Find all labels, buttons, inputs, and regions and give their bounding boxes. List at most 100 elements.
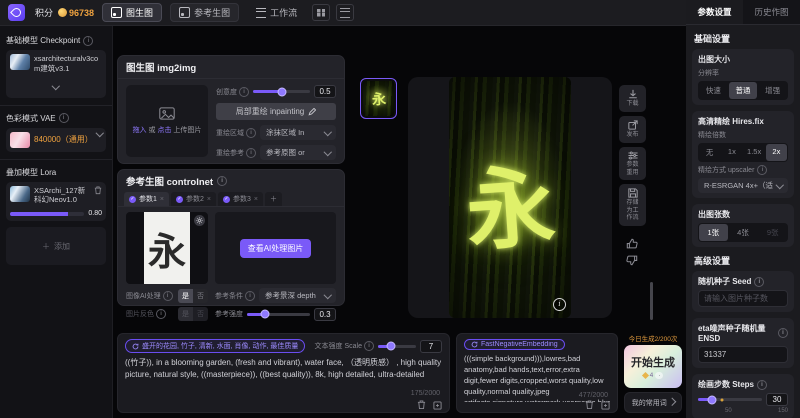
lora-weight-track[interactable] <box>10 212 84 216</box>
common-words-button[interactable]: 我的常用词 <box>624 392 682 413</box>
lora-card[interactable]: XSArchi_127新科幻Neov1.0 0.80 <box>6 182 106 222</box>
upscaler-select[interactable]: R-ESRGAN 4x+（适合多种风 <box>698 178 788 193</box>
redraw-area-select[interactable]: 涂抹区域 In <box>260 125 336 140</box>
reference-glyph: 永 <box>148 221 186 276</box>
thumbs-down-icon[interactable] <box>626 254 638 266</box>
count-9[interactable]: 9张 <box>758 224 787 241</box>
ensd-input[interactable] <box>698 346 788 363</box>
positive-prompt-input[interactable]: ((竹子)), in a blooming garden, (fresh and… <box>125 357 442 399</box>
plus-icon: ＋ <box>42 241 50 252</box>
count-4[interactable]: 4张 <box>729 224 758 241</box>
steps-label: 绘画步数 Steps <box>698 379 754 390</box>
vae-thumbnail <box>10 132 30 148</box>
hires-scale-label: 精绘倍数 <box>698 130 788 140</box>
thumbs-up-icon[interactable] <box>626 238 638 250</box>
list-view-button[interactable] <box>336 4 354 21</box>
close-icon[interactable]: × <box>207 196 211 203</box>
translate-tags-pill[interactable]: 盛开的花园, 竹子, 清新, 水面, 肖像, 动作, 最佳质量 <box>125 339 305 353</box>
denoise-value[interactable]: 0.5 <box>314 85 336 98</box>
text-scale-value[interactable]: 7 <box>420 340 442 353</box>
lora-thumbnail <box>10 186 30 202</box>
image-upload-dropzone[interactable]: 拖入 或 点击 上传图片 <box>126 85 208 157</box>
delete-lora-icon[interactable] <box>94 186 102 195</box>
ensd-card: eta噪声种子随机量 ENSD i <box>692 318 794 368</box>
download-icon <box>628 89 638 99</box>
reuse-params-button[interactable]: 参数重用 <box>619 147 646 180</box>
save-prompt-icon[interactable] <box>433 401 442 410</box>
positive-char-count: 175/2000 <box>411 390 440 397</box>
checkpoint-card[interactable]: xsarchitecturalv3com建筑v3.1 <box>6 50 106 98</box>
checkpoint-expand[interactable] <box>10 76 102 94</box>
generate-button[interactable]: 开始生成 4 · <box>624 345 682 388</box>
image-icon <box>179 7 190 18</box>
inpainting-button[interactable]: 局部重绘 inpainting <box>216 103 336 120</box>
redraw-ref-select[interactable]: 参考原图 or <box>260 145 336 160</box>
resolution-normal[interactable]: 普通 <box>729 82 758 99</box>
tab-reference-gen[interactable]: 参考生图 <box>170 3 239 22</box>
close-icon[interactable]: × <box>254 196 258 203</box>
hires-1-5x[interactable]: 1.5x <box>744 144 765 161</box>
credits-value[interactable]: 96738 <box>69 8 94 18</box>
canvas-scrollbar[interactable] <box>650 282 653 320</box>
resolution-enhanced[interactable]: 增强 <box>758 82 787 99</box>
checkpoint-title: 基础模型 Checkpoint <box>6 35 80 46</box>
lora-name: XSArchi_127新科幻Neov1.0 <box>34 186 90 206</box>
controlnet-panel-header: 参考生图 controlnet i <box>118 170 344 189</box>
tab-workflow[interactable]: 工作流 <box>247 3 306 22</box>
upload-click-label[interactable]: 点击 <box>157 127 171 134</box>
image-info-icon[interactable]: i <box>553 298 566 311</box>
hires-none[interactable]: 无 <box>699 144 720 161</box>
controlnet-tab-3-label: 参数3 <box>233 194 251 204</box>
publish-button[interactable]: 发布 <box>619 116 646 143</box>
chevron-down-icon[interactable] <box>95 128 103 136</box>
generated-image[interactable]: 永 i <box>449 77 571 318</box>
controlnet-tab-2[interactable]: ✓ 参数2 × <box>171 192 216 206</box>
text-scale-slider[interactable] <box>378 345 416 348</box>
controlnet-tab-1[interactable]: ✓ 参数1 × <box>124 192 169 206</box>
toggle-no[interactable]: 否 <box>193 289 208 303</box>
controlnet-panel-title: 参考生图 controlnet <box>126 174 213 188</box>
steps-slider[interactable] <box>698 398 762 401</box>
ref-condition-select[interactable]: 参考景深 depth <box>259 288 336 303</box>
grid-view-button[interactable] <box>312 4 330 21</box>
negative-embedding-pill[interactable]: FastNegativeEmbedding <box>464 339 565 350</box>
controlnet-tab-3[interactable]: ✓ 参数3 × <box>218 192 263 206</box>
hires-2x[interactable]: 2x <box>766 144 787 161</box>
invert-label-group: 图片反色 i <box>126 309 166 319</box>
gear-icon[interactable] <box>194 215 205 226</box>
steps-value[interactable]: 30 <box>766 393 788 406</box>
lora-weight-slider[interactable]: 0.80 <box>10 210 102 217</box>
clear-negative-icon[interactable] <box>585 400 594 410</box>
toggle-no[interactable]: 否 <box>193 307 208 321</box>
positive-prompt-box: 盛开的花园, 竹子, 清新, 水面, 肖像, 动作, 最佳质量 文本强度 Sca… <box>117 333 450 413</box>
add-lora-button[interactable]: ＋ 添加 <box>6 227 106 265</box>
save-workflow-button[interactable]: 存储为工作流 <box>619 184 646 226</box>
tab-img2img[interactable]: 图生图 <box>102 3 162 22</box>
close-icon[interactable]: × <box>160 196 164 203</box>
controlnet-panel: 参考生图 controlnet i ✓ 参数1 × ✓ 参数2 × ✓ 参数3 … <box>117 169 345 306</box>
tab-history[interactable]: 历史作图 <box>743 0 800 24</box>
ai-preprocess-toggle[interactable]: 是 否 <box>178 289 208 303</box>
invert-label: 图片反色 <box>126 309 154 319</box>
ai-preprocess-label-group: 图像AI处理 i <box>126 291 173 301</box>
count-1[interactable]: 1张 <box>699 224 728 241</box>
toggle-yes[interactable]: 是 <box>178 307 193 321</box>
download-button[interactable]: 下载 <box>619 85 646 112</box>
resolution-fast[interactable]: 快速 <box>699 82 728 99</box>
result-thumbnail[interactable]: 永 <box>360 78 397 119</box>
hires-1x[interactable]: 1x <box>721 144 742 161</box>
view-ai-image-button[interactable]: 查看AI处理图片 <box>240 239 312 258</box>
toggle-yes[interactable]: 是 <box>178 289 193 303</box>
invert-toggle[interactable]: 是 否 <box>178 307 208 321</box>
denoise-slider[interactable] <box>253 90 310 93</box>
controlnet-reference-image[interactable]: 永 <box>126 212 208 284</box>
seed-input[interactable] <box>698 290 788 307</box>
app-logo[interactable] <box>8 4 25 21</box>
vae-card[interactable]: 840000（通用） <box>6 128 106 152</box>
controlnet-add-tab[interactable]: ＋ <box>265 192 282 206</box>
ref-strength-value[interactable]: 0.3 <box>314 308 336 321</box>
tab-parameters[interactable]: 参数设置 <box>686 0 743 24</box>
clear-prompt-icon[interactable] <box>417 400 426 410</box>
ref-strength-slider[interactable] <box>247 313 310 316</box>
save-negative-icon[interactable] <box>601 401 610 410</box>
